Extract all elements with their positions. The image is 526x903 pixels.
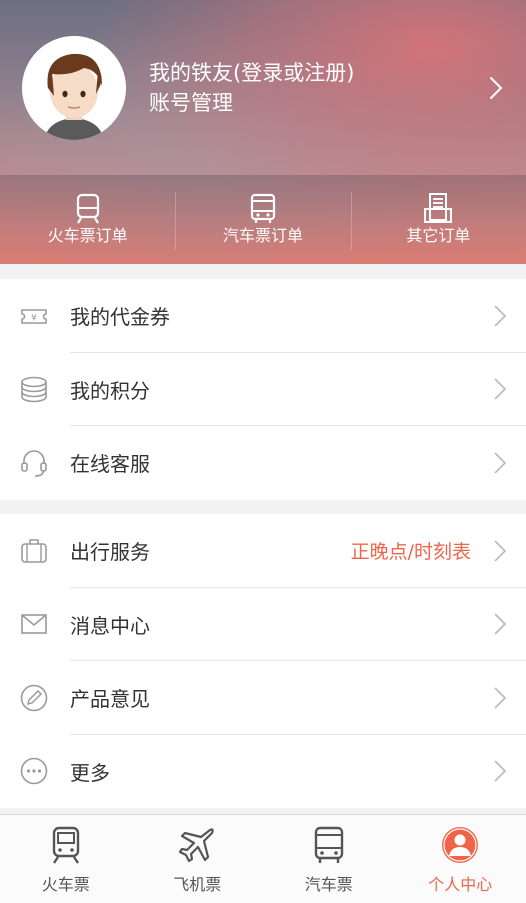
voucher-icon: ¥	[21, 308, 47, 324]
more-icon	[20, 757, 48, 785]
tab-profile[interactable]: 个人中心	[395, 815, 526, 903]
menu-item-label: 我的积分	[70, 378, 150, 403]
chevron-right-icon	[494, 540, 507, 562]
tab-bus[interactable]: 汽车票	[263, 815, 395, 903]
chevron-right-icon	[494, 613, 507, 635]
avatar[interactable]	[22, 36, 126, 140]
avatar-image	[22, 36, 126, 140]
train-orders-label: 火车票订单	[47, 226, 128, 245]
divider	[175, 192, 176, 250]
user-info[interactable]: 我的铁友(登录或注册) 账号管理	[149, 58, 354, 118]
tab-train[interactable]: 火车票	[0, 815, 132, 903]
profile-icon	[442, 827, 479, 863]
menu-item-label: 在线客服	[70, 452, 150, 477]
luggage-icon	[21, 538, 47, 563]
menu-item-customer-service[interactable]: 在线客服	[0, 426, 526, 500]
tab-label: 火车票	[41, 875, 90, 894]
chevron-right-icon	[494, 452, 507, 474]
profile-header: 我的铁友(登录或注册) 账号管理 火车票订单 汽车票订单 其它订单	[0, 0, 526, 264]
chevron-right-icon	[494, 760, 507, 782]
other-orders-button[interactable]: 其它订单	[351, 176, 526, 264]
mail-icon	[21, 614, 47, 635]
tab-label: 汽车票	[304, 875, 353, 894]
menu-item-label: 更多	[70, 760, 110, 785]
headset-icon	[21, 449, 47, 477]
bottom-tab-bar: 火车票 飞机票 汽车票 个人中心	[0, 814, 526, 903]
train-icon	[76, 193, 99, 224]
divider	[351, 192, 352, 250]
bus-orders-label: 汽车票订单	[222, 226, 303, 245]
train-icon	[52, 826, 79, 864]
other-orders-label: 其它订单	[406, 226, 471, 245]
menu-group-services: 出行服务 正晚点/时刻表 消息中心 产品意见 更多	[0, 514, 526, 808]
user-name[interactable]: 我的铁友(登录或注册)	[149, 58, 354, 88]
bus-icon	[314, 826, 343, 863]
chevron-right-icon	[494, 378, 507, 400]
bus-icon	[250, 193, 276, 223]
menu-item-points[interactable]: 我的积分	[0, 353, 526, 426]
bus-orders-button[interactable]: 汽车票订单	[175, 176, 350, 264]
menu-item-feedback[interactable]: 产品意见	[0, 661, 526, 735]
points-icon	[21, 376, 47, 403]
menu-item-vouchers[interactable]: ¥ 我的代金券	[0, 279, 526, 353]
pen-icon	[20, 684, 48, 712]
tab-label: 飞机票	[173, 875, 222, 894]
menu-item-label: 我的代金券	[70, 305, 170, 330]
other-orders-icon	[424, 193, 453, 223]
svg-text:¥: ¥	[31, 313, 37, 323]
menu-item-messages[interactable]: 消息中心	[0, 588, 526, 661]
order-shortcuts: 火车票订单 汽车票订单 其它订单	[0, 176, 526, 264]
menu-item-travel-services[interactable]: 出行服务 正晚点/时刻表	[0, 514, 526, 588]
plane-icon	[179, 828, 215, 863]
menu-item-label: 消息中心	[70, 613, 150, 638]
timetable-link[interactable]: 正晚点/时刻表	[351, 537, 471, 564]
chevron-right-icon	[494, 305, 507, 327]
menu-item-label: 产品意见	[70, 687, 150, 712]
chevron-right-icon[interactable]	[488, 75, 504, 101]
train-orders-button[interactable]: 火车票订单	[0, 176, 175, 264]
menu-item-label: 出行服务	[70, 540, 150, 565]
tab-flights[interactable]: 飞机票	[132, 815, 264, 903]
menu-item-more[interactable]: 更多	[0, 735, 526, 809]
tab-label: 个人中心	[428, 875, 493, 894]
account-manage-label: 账号管理	[149, 91, 233, 115]
menu-group-account: ¥ 我的代金券 我的积分 在线客服	[0, 279, 526, 500]
chevron-right-icon	[494, 687, 507, 709]
